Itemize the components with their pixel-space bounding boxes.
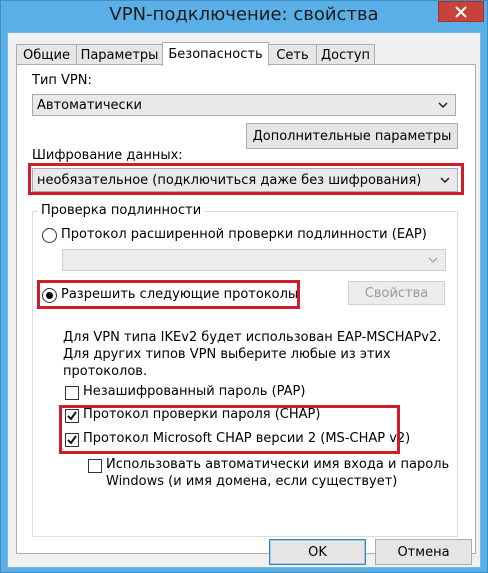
checkmark-icon — [67, 435, 77, 445]
tab-network[interactable]: Сеть — [268, 44, 317, 65]
tab-security[interactable]: Безопасность — [162, 42, 269, 66]
pap-label[interactable]: Незашифрованный пароль (PAP) — [83, 384, 305, 399]
properties-button[interactable]: Свойства — [348, 281, 445, 305]
dialog-client-area: Общие Параметры Безопасность Сеть Доступ… — [7, 32, 481, 568]
close-button[interactable] — [438, 1, 484, 22]
advanced-settings-button[interactable]: Дополнительные параметры — [246, 123, 458, 149]
protocols-description-line-2: Для других типов VPN выберите любые из э… — [63, 347, 391, 362]
authentication-caption: Проверка подлинности — [38, 203, 205, 218]
chevron-down-icon — [428, 257, 438, 264]
eap-option-label[interactable]: Протокол расширенной проверки подлинност… — [61, 227, 427, 242]
auto-login-label-line-1[interactable]: Использовать автоматически имя входа и п… — [106, 457, 449, 472]
chap-label[interactable]: Протокол проверки пароля (CHAP) — [83, 407, 320, 422]
pap-checkbox[interactable] — [65, 386, 79, 400]
chevron-down-icon — [440, 177, 450, 184]
security-tab-panel: Тип VPN: Автоматически Дополнительные па… — [16, 64, 476, 554]
vpn-type-select[interactable]: Автоматически — [32, 94, 456, 116]
mschap-v2-checkbox[interactable] — [65, 433, 79, 447]
auto-login-label-line-2[interactable]: Windows (и имя домена, если существует) — [106, 474, 397, 489]
tab-general[interactable]: Общие — [16, 44, 77, 65]
vpn-type-value: Автоматически — [37, 97, 143, 113]
close-icon — [455, 5, 467, 18]
allow-protocols-label[interactable]: Разрешить следующие протоколы — [61, 287, 298, 302]
allow-protocols-radio[interactable] — [42, 288, 57, 303]
dialog-window: VPN-подключение: свойства Общие Параметр… — [0, 0, 488, 573]
protocols-description-line-3: протоколов. — [63, 364, 148, 379]
mschap-v2-label[interactable]: Протокол Microsoft CHAP версии 2 (MS-CHA… — [83, 431, 410, 446]
vpn-type-label: Тип VPN: — [32, 73, 92, 88]
eap-radio[interactable] — [42, 228, 57, 243]
ok-button[interactable]: OK — [269, 539, 366, 565]
chap-checkbox[interactable] — [65, 409, 79, 423]
tab-access[interactable]: Доступ — [316, 44, 375, 65]
auto-login-checkbox[interactable] — [88, 459, 102, 473]
window-title: VPN-подключение: свойства — [109, 4, 379, 25]
title-bar[interactable]: VPN-подключение: свойства — [1, 1, 487, 31]
eap-method-select — [62, 249, 446, 271]
protocols-description-line-1: Для VPN типа IKEv2 будет использован EAP… — [63, 330, 442, 345]
encryption-select[interactable]: необязательное (подключиться даже без ши… — [32, 168, 458, 192]
chevron-down-icon — [438, 102, 448, 109]
encryption-label: Шифрование данных: — [32, 148, 183, 163]
tab-parameters[interactable]: Параметры — [76, 44, 163, 65]
checkmark-icon — [67, 411, 77, 421]
encryption-value: необязательное (подключиться даже без ши… — [37, 172, 422, 188]
cancel-button[interactable]: Отмена — [375, 539, 472, 565]
